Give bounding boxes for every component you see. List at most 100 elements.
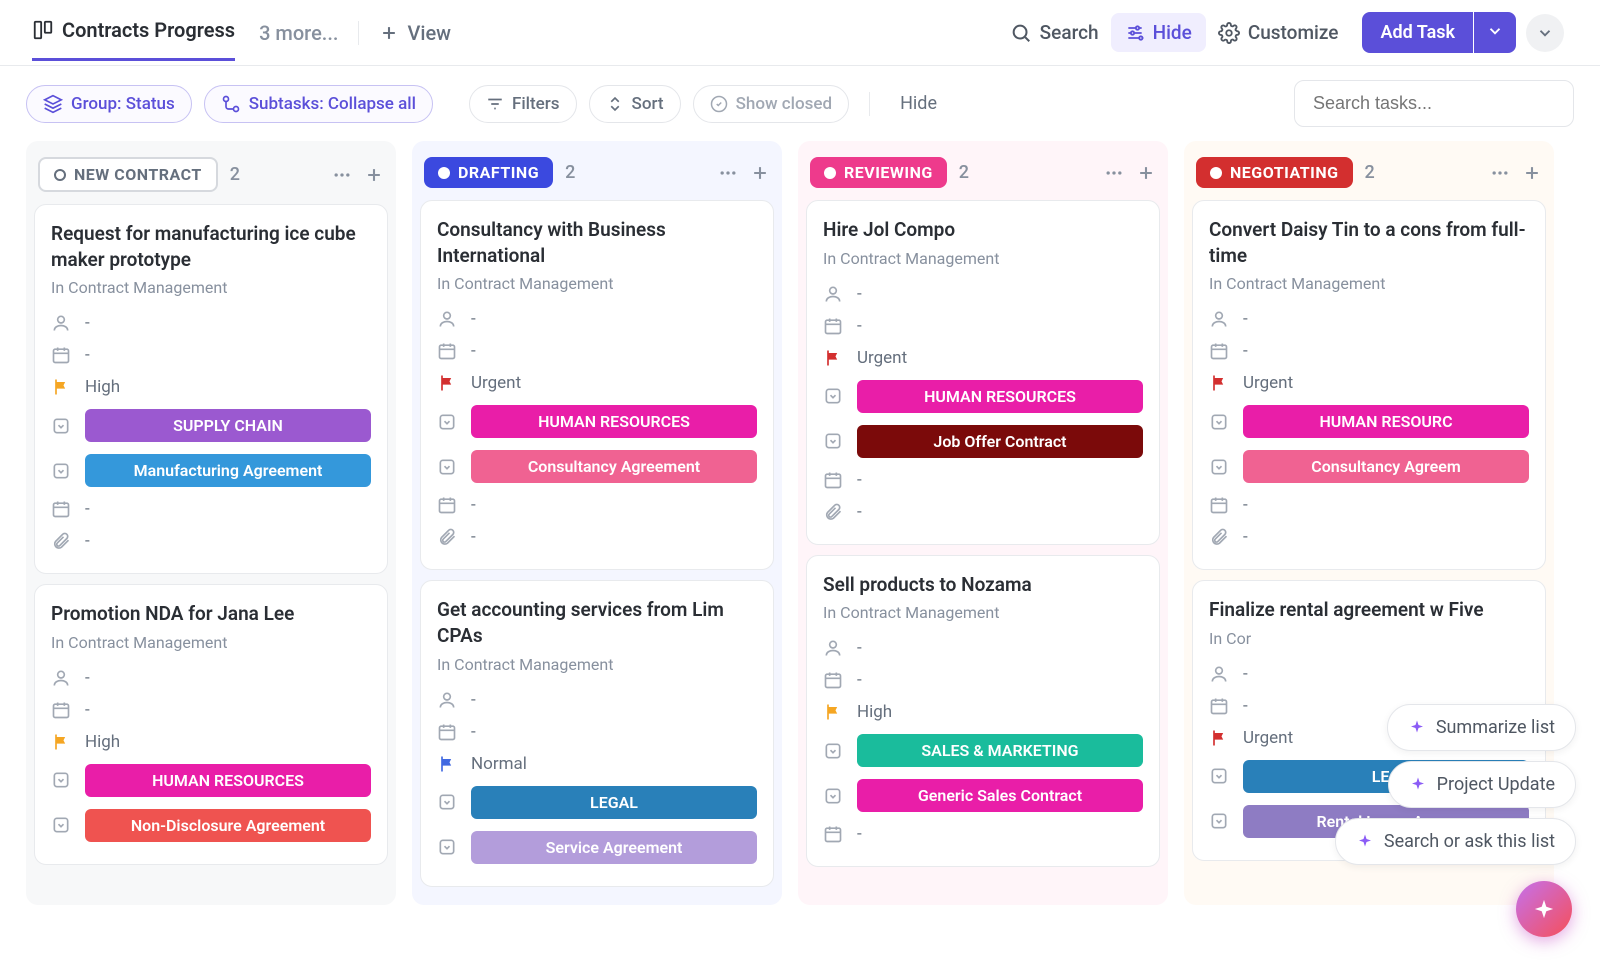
column-more-button[interactable] (1490, 163, 1510, 183)
tag-badge[interactable]: Non-Disclosure Agreement (85, 809, 371, 842)
tag-badge[interactable]: Generic Sales Contract (857, 779, 1143, 812)
task-card[interactable]: Sell products to Nozama In Contract Mana… (806, 555, 1160, 868)
dropdown-icon (51, 416, 71, 436)
field-value: - (471, 309, 476, 329)
task-card[interactable]: Request for manufacturing ice cube maker… (34, 204, 388, 574)
tag-badge[interactable]: HUMAN RESOURC (1243, 405, 1529, 438)
tag-badge[interactable]: HUMAN RESOURCES (857, 380, 1143, 413)
ai-summarize-chip[interactable]: Summarize list (1387, 704, 1576, 751)
column-add-button[interactable] (364, 165, 384, 185)
card-field-row: - (437, 335, 757, 367)
card-field-row: - (51, 662, 371, 694)
card-field-row: Urgent (1209, 367, 1529, 399)
subtasks-chip[interactable]: Subtasks: Collapse all (204, 85, 433, 123)
card-title: Request for manufacturing ice cube maker… (51, 221, 371, 272)
tag-badge[interactable]: Manufacturing Agreement (85, 454, 371, 487)
dropdown-icon (437, 412, 457, 432)
search-tasks-input[interactable] (1294, 80, 1574, 127)
status-pill[interactable]: REVIEWING (810, 157, 947, 188)
group-chip[interactable]: Group: Status (26, 85, 192, 123)
person-icon (51, 313, 71, 333)
status-pill[interactable]: DRAFTING (424, 157, 553, 188)
field-value: - (1243, 309, 1248, 329)
filters-label: Filters (512, 94, 560, 114)
task-card[interactable]: Get accounting services from Lim CPAs In… (420, 580, 774, 886)
card-tag-row: Job Offer Contract (823, 419, 1143, 464)
field-value: - (85, 668, 90, 688)
tag-badge[interactable]: HUMAN RESOURCES (85, 764, 371, 797)
status-dot-icon (1210, 167, 1222, 179)
sort-chip[interactable]: Sort (589, 85, 681, 123)
card-location: In Contract Management (437, 655, 757, 674)
card-field-row: - (51, 307, 371, 339)
ai-fab-button[interactable] (1516, 881, 1572, 937)
search-button[interactable]: Search (998, 15, 1111, 50)
field-value: - (1243, 341, 1248, 361)
status-pill[interactable]: NEW CONTRACT (38, 157, 218, 192)
show-closed-chip[interactable]: Show closed (693, 85, 850, 123)
dropdown-icon (437, 792, 457, 812)
card-tag-row: Generic Sales Contract (823, 773, 1143, 818)
column-count: 2 (959, 162, 969, 183)
tag-badge[interactable]: Consultancy Agreement (471, 450, 757, 483)
column-more-button[interactable] (718, 163, 738, 183)
card-tag-row: HUMAN RESOURC (1209, 399, 1529, 444)
hide-button[interactable]: Hide (1111, 13, 1206, 52)
tag-badge[interactable]: LEGAL (471, 786, 757, 819)
calendar-icon (1209, 696, 1229, 716)
customize-label: Customize (1248, 21, 1339, 44)
tag-badge[interactable]: HUMAN RESOURCES (471, 405, 757, 438)
task-card[interactable]: Hire Jol Compo In Contract Management - … (806, 200, 1160, 545)
more-tabs[interactable]: 3 more... (259, 21, 338, 45)
field-value: Normal (471, 754, 527, 774)
card-field-row: - (1209, 303, 1529, 335)
field-value: - (85, 499, 90, 519)
column-add-button[interactable] (1136, 163, 1156, 183)
card-field-row: - (51, 339, 371, 371)
search-label: Search (1040, 21, 1099, 44)
column-more-button[interactable] (1104, 163, 1124, 183)
tag-badge[interactable]: Service Agreement (471, 831, 757, 864)
add-view-button[interactable]: View (379, 21, 451, 45)
dropdown-icon (51, 770, 71, 790)
add-task-dropdown[interactable] (1474, 12, 1516, 53)
ai-search-chip[interactable]: Search or ask this list (1335, 818, 1576, 865)
field-value: - (471, 690, 476, 710)
field-value: - (857, 824, 862, 844)
more-menu-button[interactable] (1526, 14, 1564, 52)
field-value: - (1243, 527, 1248, 547)
filters-chip[interactable]: Filters (469, 85, 577, 123)
dropdown-icon (1209, 412, 1229, 432)
tag-badge[interactable]: SUPPLY CHAIN (85, 409, 371, 442)
column-add-button[interactable] (750, 163, 770, 183)
card-location: In Contract Management (51, 278, 371, 297)
field-value: - (85, 345, 90, 365)
ai-suggestions: Summarize list Project Update Search or … (1335, 704, 1576, 865)
task-card[interactable]: Consultancy with Business International … (420, 200, 774, 570)
field-value: - (85, 313, 90, 333)
ai-project-chip[interactable]: Project Update (1388, 761, 1576, 808)
task-card[interactable]: Convert Daisy Tin to a cons from full-ti… (1192, 200, 1546, 570)
column-more-button[interactable] (332, 165, 352, 185)
card-location: In Contract Management (437, 274, 757, 293)
column-add-button[interactable] (1522, 163, 1542, 183)
sparkle-icon (1409, 776, 1427, 794)
add-task-button[interactable]: Add Task (1362, 12, 1473, 53)
customize-button[interactable]: Customize (1206, 15, 1351, 50)
calendar-icon (51, 700, 71, 720)
field-value: - (857, 638, 862, 658)
calendar-icon (823, 824, 843, 844)
card-field-row: - (823, 632, 1143, 664)
field-value: - (1243, 696, 1248, 716)
task-card[interactable]: Promotion NDA for Jana Lee In Contract M… (34, 584, 388, 865)
subtasks-label: Subtasks: Collapse all (249, 94, 416, 114)
tag-badge[interactable]: SALES & MARKETING (857, 734, 1143, 767)
tag-badge[interactable]: Consultancy Agreem (1243, 450, 1529, 483)
status-pill[interactable]: NEGOTIATING (1196, 157, 1353, 188)
sort-label: Sort (632, 94, 664, 114)
tag-badge[interactable]: Job Offer Contract (857, 425, 1143, 458)
dropdown-icon (823, 386, 843, 406)
tab-contracts-progress[interactable]: Contracts Progress (32, 18, 235, 61)
hide-toolbar-button[interactable]: Hide (890, 93, 947, 114)
field-value: - (857, 470, 862, 490)
